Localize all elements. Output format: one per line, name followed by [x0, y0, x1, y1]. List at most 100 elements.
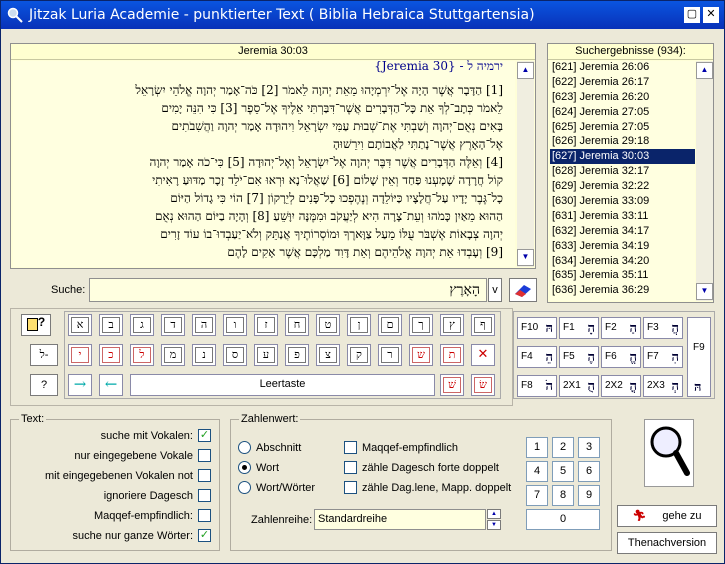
letter-key[interactable]: ר — [378, 344, 402, 366]
goto-button[interactable]: 🏃︎ gehe zu — [617, 505, 717, 527]
zahlenwert-radio[interactable] — [238, 461, 251, 474]
numpad-key[interactable]: 4 — [526, 461, 548, 482]
result-item[interactable]: [621] Jeremia 26:06 — [550, 60, 695, 75]
numpad-key[interactable]: 8 — [552, 485, 574, 506]
letter-key[interactable]: ת — [440, 344, 464, 366]
vowel-key[interactable]: F1 הָ — [559, 317, 599, 339]
search-input[interactable]: הָאָרֶץ — [89, 278, 487, 302]
result-item[interactable]: [632] Jeremia 34:17 — [550, 224, 695, 239]
text-option-checkbox[interactable] — [198, 449, 211, 462]
vowel-key[interactable]: F8 הֹ — [517, 375, 557, 397]
maximize-button[interactable]: ▢ — [684, 7, 700, 23]
shin-right-button[interactable]: שׂ — [471, 374, 495, 396]
letter-key[interactable]: כ — [99, 344, 123, 366]
letter-key[interactable]: נ — [192, 344, 216, 366]
letter-key[interactable]: ל — [130, 344, 154, 366]
letter-key[interactable]: ץ — [440, 314, 464, 336]
zahlenreihe-down-icon[interactable]: ▼ — [487, 520, 501, 530]
letter-key[interactable]: ח — [285, 314, 309, 336]
vowel-key[interactable]: 2X1 הֻ — [559, 375, 599, 397]
text-option-checkbox[interactable]: ✓ — [198, 529, 211, 542]
maqqef-button[interactable]: ל- — [30, 344, 58, 366]
thenachversion-button[interactable]: Thenachversion — [617, 532, 717, 554]
zahlenreihe-select[interactable]: Standardreihe — [314, 509, 486, 530]
text-scrollbar[interactable]: ▲ ▼ — [517, 61, 534, 267]
numpad-key[interactable]: 2 — [552, 437, 574, 458]
letter-key[interactable]: ט — [316, 314, 340, 336]
result-item[interactable]: [631] Jeremia 33:11 — [550, 209, 695, 224]
result-item[interactable]: [629] Jeremia 32:22 — [550, 179, 695, 194]
result-item[interactable]: [633] Jeremia 34:19 — [550, 239, 695, 254]
cursor-left-button[interactable]: ← — [99, 374, 123, 396]
cursor-right-button[interactable]: → — [68, 374, 92, 396]
delete-button[interactable]: ✕ — [471, 344, 495, 366]
text-option-checkbox[interactable]: ✓ — [198, 429, 211, 442]
zahlenwert-checkbox[interactable] — [344, 461, 357, 474]
zahlenwert-checkbox[interactable] — [344, 441, 357, 454]
help-button[interactable]: ? — [30, 374, 58, 396]
vowel-key[interactable]: F5 הֶ — [559, 346, 599, 368]
result-item[interactable]: [627] Jeremia 30:03 — [550, 149, 695, 165]
space-button[interactable]: Leertaste — [130, 374, 435, 396]
letter-key[interactable]: ך — [409, 314, 433, 336]
vowel-key[interactable]: F7 הִ — [643, 346, 683, 368]
numpad-key[interactable]: 3 — [578, 437, 600, 458]
letter-key[interactable]: ג — [130, 314, 154, 336]
result-item[interactable]: [634] Jeremia 34:20 — [550, 254, 695, 269]
letter-key[interactable]: י — [68, 344, 92, 366]
results-scrollbar[interactable]: ▲ ▼ — [696, 61, 713, 301]
vowel-key[interactable]: F6 הֱ — [601, 346, 641, 368]
letter-key[interactable]: א — [68, 314, 92, 336]
result-item[interactable]: [626] Jeremia 29:18 — [550, 134, 695, 149]
zahlenwert-radio[interactable] — [238, 481, 251, 494]
eraser-button[interactable] — [509, 278, 537, 302]
zahlenwert-radio[interactable] — [238, 441, 251, 454]
keyboard-help-button[interactable]: ? — [21, 314, 51, 336]
result-item[interactable]: [630] Jeremia 33:09 — [550, 194, 695, 209]
letter-key[interactable]: ע — [254, 344, 278, 366]
numpad-key[interactable]: 6 — [578, 461, 600, 482]
result-item[interactable]: [636] Jeremia 36:29 — [550, 283, 695, 298]
result-item[interactable]: [635] Jeremia 35:11 — [550, 268, 695, 283]
letter-key[interactable]: ש — [409, 344, 433, 366]
vowel-key[interactable]: F3 הֲ — [643, 317, 683, 339]
letter-key[interactable]: ם — [378, 314, 402, 336]
vowel-key[interactable]: 2X2 הֳ — [601, 375, 641, 397]
results-scroll-down-icon[interactable]: ▼ — [696, 283, 713, 300]
letter-key[interactable]: ז — [254, 314, 278, 336]
numpad-key[interactable]: 7 — [526, 485, 548, 506]
numpad-key[interactable]: 5 — [552, 461, 574, 482]
letter-key[interactable]: ף — [471, 314, 495, 336]
letter-key[interactable]: ן — [347, 314, 371, 336]
close-button[interactable]: ✕ — [703, 7, 719, 23]
text-option-checkbox[interactable] — [198, 489, 211, 502]
letter-key[interactable]: ב — [99, 314, 123, 336]
vowel-key[interactable]: 2X3 הְ — [643, 375, 683, 397]
scroll-up-icon[interactable]: ▲ — [517, 62, 534, 79]
letter-key[interactable]: ו — [223, 314, 247, 336]
result-item[interactable]: [622] Jeremia 26:17 — [550, 75, 695, 90]
hebrew-text[interactable]: ירמיה ל - {Jeremia 30} [1] הַדָּבָר אֲשֶ… — [11, 57, 503, 267]
vowel-key[interactable]: F9 הּ — [687, 317, 711, 397]
results-list[interactable]: [621] Jeremia 26:06 [622] Jeremia 26:17 [6… — [550, 60, 695, 298]
text-option-checkbox[interactable] — [198, 469, 211, 482]
scroll-down-icon[interactable]: ▼ — [517, 249, 534, 266]
letter-key[interactable]: צ — [316, 344, 340, 366]
letter-key[interactable]: ס — [223, 344, 247, 366]
results-scroll-up-icon[interactable]: ▲ — [696, 62, 713, 79]
result-item[interactable]: [628] Jeremia 32:17 — [550, 164, 695, 179]
letter-key[interactable]: מ — [161, 344, 185, 366]
vowel-key[interactable]: F4 הֵ — [517, 346, 557, 368]
numpad-key[interactable]: 9 — [578, 485, 600, 506]
numpad-key[interactable]: 1 — [526, 437, 548, 458]
letter-key[interactable]: פ — [285, 344, 309, 366]
letter-key[interactable]: ק — [347, 344, 371, 366]
result-item[interactable]: [625] Jeremia 27:05 — [550, 120, 695, 135]
letter-key[interactable]: ד — [161, 314, 185, 336]
zahlenreihe-up-icon[interactable]: ▲ — [487, 509, 501, 519]
result-item[interactable]: [623] Jeremia 26:20 — [550, 90, 695, 105]
vowel-key[interactable]: F10 הּ — [517, 317, 557, 339]
result-item[interactable]: [624] Jeremia 27:05 — [550, 105, 695, 120]
vowel-key[interactable]: F2 הַ — [601, 317, 641, 339]
search-dropdown-button[interactable]: v — [488, 278, 502, 302]
